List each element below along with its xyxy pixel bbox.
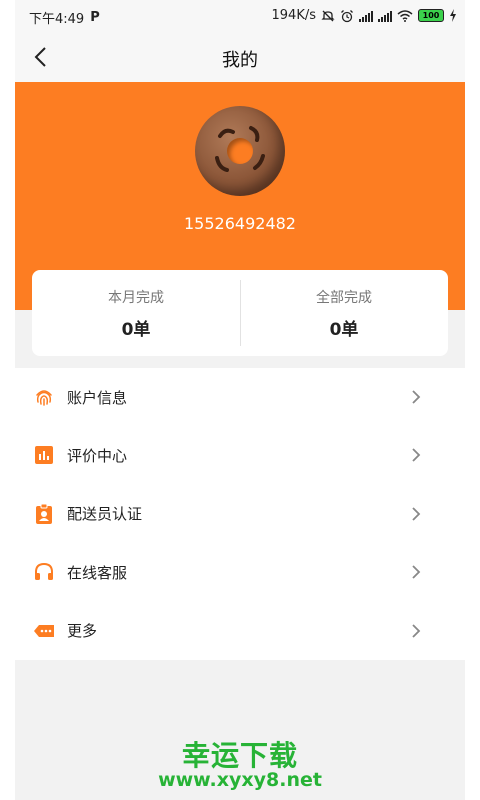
parking-icon: P [90, 10, 100, 25]
chevron-right-icon [412, 448, 421, 463]
stat-label: 本月完成 [108, 290, 164, 306]
status-time: 下午4:49 [29, 12, 85, 27]
stats-card: 本月完成 0单 全部完成 0单 [32, 270, 448, 356]
battery-icon: 100 [418, 9, 444, 22]
chevron-right-icon [412, 623, 421, 638]
menu-item-account-info[interactable]: 账户信息 [15, 368, 465, 426]
bar-chart-icon [35, 446, 53, 465]
menu-list: 账户信息 评价中心 配送员认证 在线客服 更多 [15, 368, 465, 660]
wifi-icon [397, 9, 413, 22]
menu-label: 评价中心 [67, 447, 128, 466]
menu-item-online-service[interactable]: 在线客服 [15, 543, 465, 601]
stat-label: 全部完成 [316, 290, 372, 306]
status-bar: 下午4:49 P 194K/s 100 [15, 0, 465, 32]
network-speed: 194K/s [271, 8, 317, 23]
menu-item-courier-certification[interactable]: 配送员认证 [15, 485, 465, 543]
phone-number: 15526492482 [184, 214, 296, 233]
menu-item-rating-center[interactable]: 评价中心 [15, 426, 465, 484]
signal-icon [359, 10, 373, 22]
title-bar: 我的 [15, 32, 465, 82]
alarm-icon [341, 9, 353, 22]
badge-icon [36, 503, 52, 524]
watermark-title: 幸运下载 [181, 739, 298, 772]
stat-value: 0单 [329, 320, 359, 340]
signal-icon [378, 10, 392, 22]
phone-screen: 下午4:49 P 194K/s 100 我的 15526492482 本月完成 … [15, 0, 465, 800]
page-title: 我的 [222, 50, 258, 71]
menu-label: 账户信息 [67, 388, 128, 407]
menu-label: 在线客服 [67, 563, 128, 582]
menu-label: 配送员认证 [67, 505, 143, 524]
chevron-right-icon [412, 507, 421, 521]
more-tag-icon [34, 624, 54, 637]
headset-icon [35, 563, 53, 581]
stat-value: 0单 [121, 320, 151, 340]
avatar[interactable] [195, 106, 285, 196]
stat-month[interactable]: 本月完成 0单 [32, 270, 240, 356]
charging-icon [450, 9, 456, 22]
watermark-url: www.xyxy8.net [158, 769, 322, 791]
chevron-right-icon [412, 390, 421, 404]
menu-item-more[interactable]: 更多 [15, 602, 465, 660]
fingerprint-icon [36, 390, 52, 406]
stat-total[interactable]: 全部完成 0单 [240, 270, 448, 356]
menu-label: 更多 [67, 622, 98, 641]
chevron-right-icon [412, 565, 421, 579]
mute-icon [321, 10, 335, 21]
